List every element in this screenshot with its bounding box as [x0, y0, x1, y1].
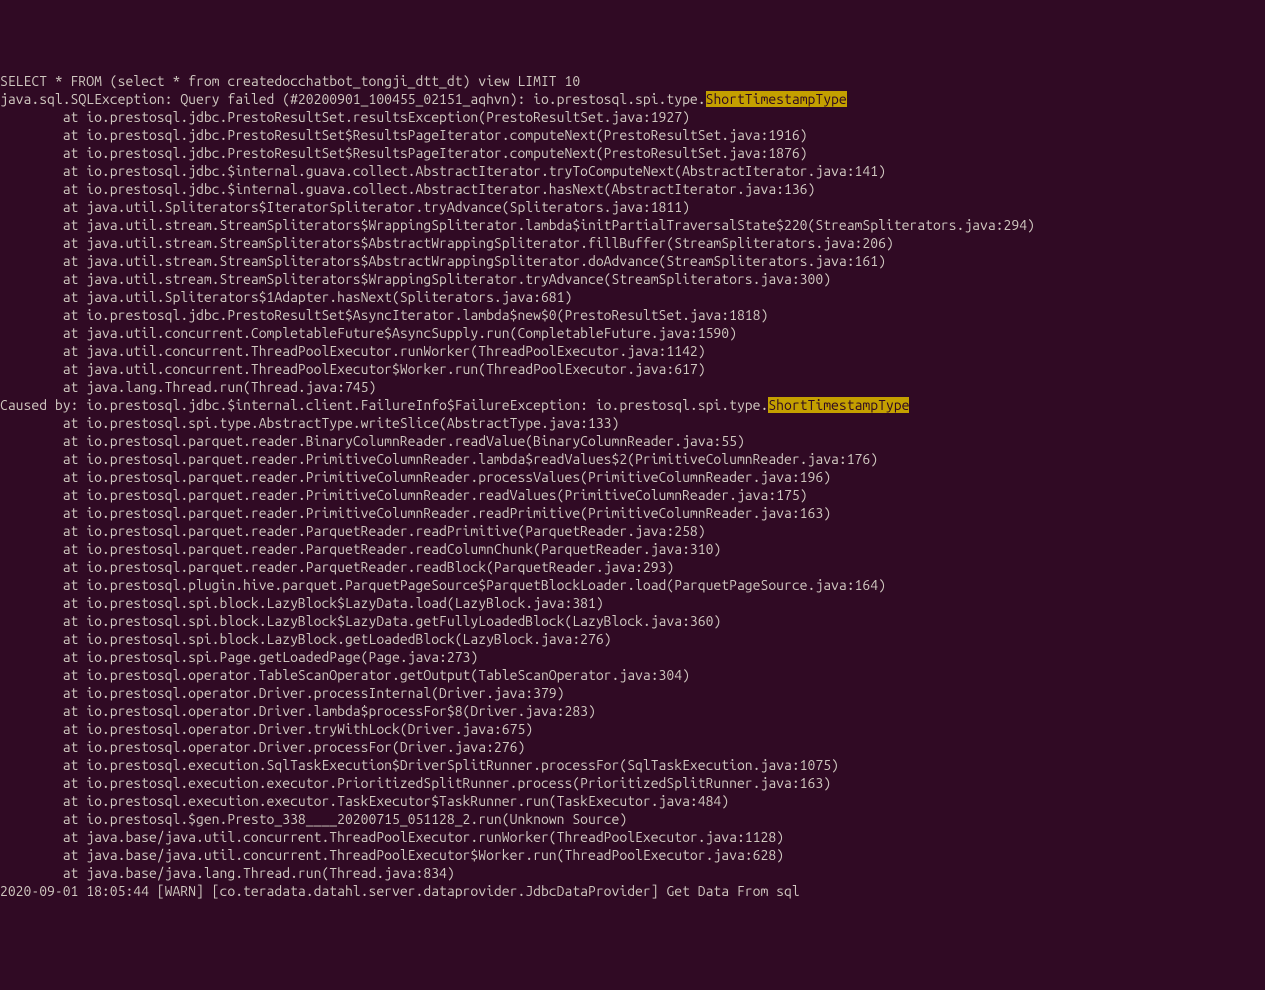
exception-text: java.sql.SQLException: Query failed (#20…	[0, 91, 706, 107]
stacktrace-line: at io.prestosql.operator.Driver.lambda$p…	[0, 702, 1265, 720]
stacktrace-line: at io.prestosql.jdbc.$internal.guava.col…	[0, 180, 1265, 198]
stacktrace-line: at io.prestosql.operator.TableScanOperat…	[0, 666, 1265, 684]
stacktrace-line: at java.util.concurrent.ThreadPoolExecut…	[0, 342, 1265, 360]
stacktrace-line: at io.prestosql.jdbc.$internal.guava.col…	[0, 162, 1265, 180]
caused-by-line: Caused by: io.prestosql.jdbc.$internal.c…	[0, 396, 1265, 414]
exception-line: java.sql.SQLException: Query failed (#20…	[0, 90, 1265, 108]
stacktrace-line: at io.prestosql.spi.type.AbstractType.wr…	[0, 414, 1265, 432]
terminal-line: SELECT * FROM (select * from createdocch…	[0, 72, 1265, 90]
stacktrace-line: at java.util.Spliterators$1Adapter.hasNe…	[0, 288, 1265, 306]
stacktrace-line: at java.util.stream.StreamSpliterators$A…	[0, 252, 1265, 270]
terminal-output: SELECT * FROM (select * from createdocch…	[0, 72, 1265, 900]
stacktrace-line: at io.prestosql.spi.block.LazyBlock$Lazy…	[0, 612, 1265, 630]
stacktrace-line: at java.base/java.util.concurrent.Thread…	[0, 846, 1265, 864]
stacktrace-line: at io.prestosql.execution.SqlTaskExecuti…	[0, 756, 1265, 774]
caused-by-text: Caused by: io.prestosql.jdbc.$internal.c…	[0, 397, 768, 413]
stacktrace-line: at io.prestosql.spi.Page.getLoadedPage(P…	[0, 648, 1265, 666]
stacktrace-line: at io.prestosql.parquet.reader.Primitive…	[0, 450, 1265, 468]
stacktrace-line: at io.prestosql.jdbc.PrestoResultSet.res…	[0, 108, 1265, 126]
stacktrace-line: at io.prestosql.jdbc.PrestoResultSet$Res…	[0, 126, 1265, 144]
stacktrace-line: at io.prestosql.operator.Driver.processF…	[0, 738, 1265, 756]
highlighted-type: ShortTimestampType	[706, 91, 847, 107]
stacktrace-line: at io.prestosql.parquet.reader.ParquetRe…	[0, 540, 1265, 558]
stacktrace-line: at io.prestosql.parquet.reader.Primitive…	[0, 486, 1265, 504]
stacktrace-line: at io.prestosql.parquet.reader.BinaryCol…	[0, 432, 1265, 450]
stacktrace-line: at io.prestosql.operator.Driver.processI…	[0, 684, 1265, 702]
highlighted-type: ShortTimestampType	[768, 397, 909, 413]
stacktrace-line: at io.prestosql.spi.block.LazyBlock$Lazy…	[0, 594, 1265, 612]
stacktrace-line: at io.prestosql.jdbc.PrestoResultSet$Asy…	[0, 306, 1265, 324]
stacktrace-line: at io.prestosql.plugin.hive.parquet.Parq…	[0, 576, 1265, 594]
stacktrace-line: at java.lang.Thread.run(Thread.java:745)	[0, 378, 1265, 396]
stacktrace-line: at io.prestosql.execution.executor.TaskE…	[0, 792, 1265, 810]
stacktrace-line: at java.util.Spliterators$IteratorSplite…	[0, 198, 1265, 216]
stacktrace-line: at java.util.concurrent.ThreadPoolExecut…	[0, 360, 1265, 378]
stacktrace-line: at java.util.stream.StreamSpliterators$W…	[0, 270, 1265, 288]
stacktrace-line: at java.util.concurrent.CompletableFutur…	[0, 324, 1265, 342]
stacktrace-line: at io.prestosql.operator.Driver.tryWithL…	[0, 720, 1265, 738]
stacktrace-line: at java.base/java.lang.Thread.run(Thread…	[0, 864, 1265, 882]
stacktrace-line: at io.prestosql.parquet.reader.Primitive…	[0, 468, 1265, 486]
log-line: 2020-09-01 18:05:44 [WARN] [co.teradata.…	[0, 882, 1265, 900]
stacktrace-line: at java.util.stream.StreamSpliterators$A…	[0, 234, 1265, 252]
stacktrace-line: at java.base/java.util.concurrent.Thread…	[0, 828, 1265, 846]
stacktrace-line: at io.prestosql.parquet.reader.Primitive…	[0, 504, 1265, 522]
stacktrace-line: at io.prestosql.parquet.reader.ParquetRe…	[0, 522, 1265, 540]
stacktrace-line: at io.prestosql.jdbc.PrestoResultSet$Res…	[0, 144, 1265, 162]
stacktrace-line: at java.util.stream.StreamSpliterators$W…	[0, 216, 1265, 234]
stacktrace-line: at io.prestosql.spi.block.LazyBlock.getL…	[0, 630, 1265, 648]
stacktrace-line: at io.prestosql.$gen.Presto_338____20200…	[0, 810, 1265, 828]
stacktrace-line: at io.prestosql.parquet.reader.ParquetRe…	[0, 558, 1265, 576]
stacktrace-line: at io.prestosql.execution.executor.Prior…	[0, 774, 1265, 792]
